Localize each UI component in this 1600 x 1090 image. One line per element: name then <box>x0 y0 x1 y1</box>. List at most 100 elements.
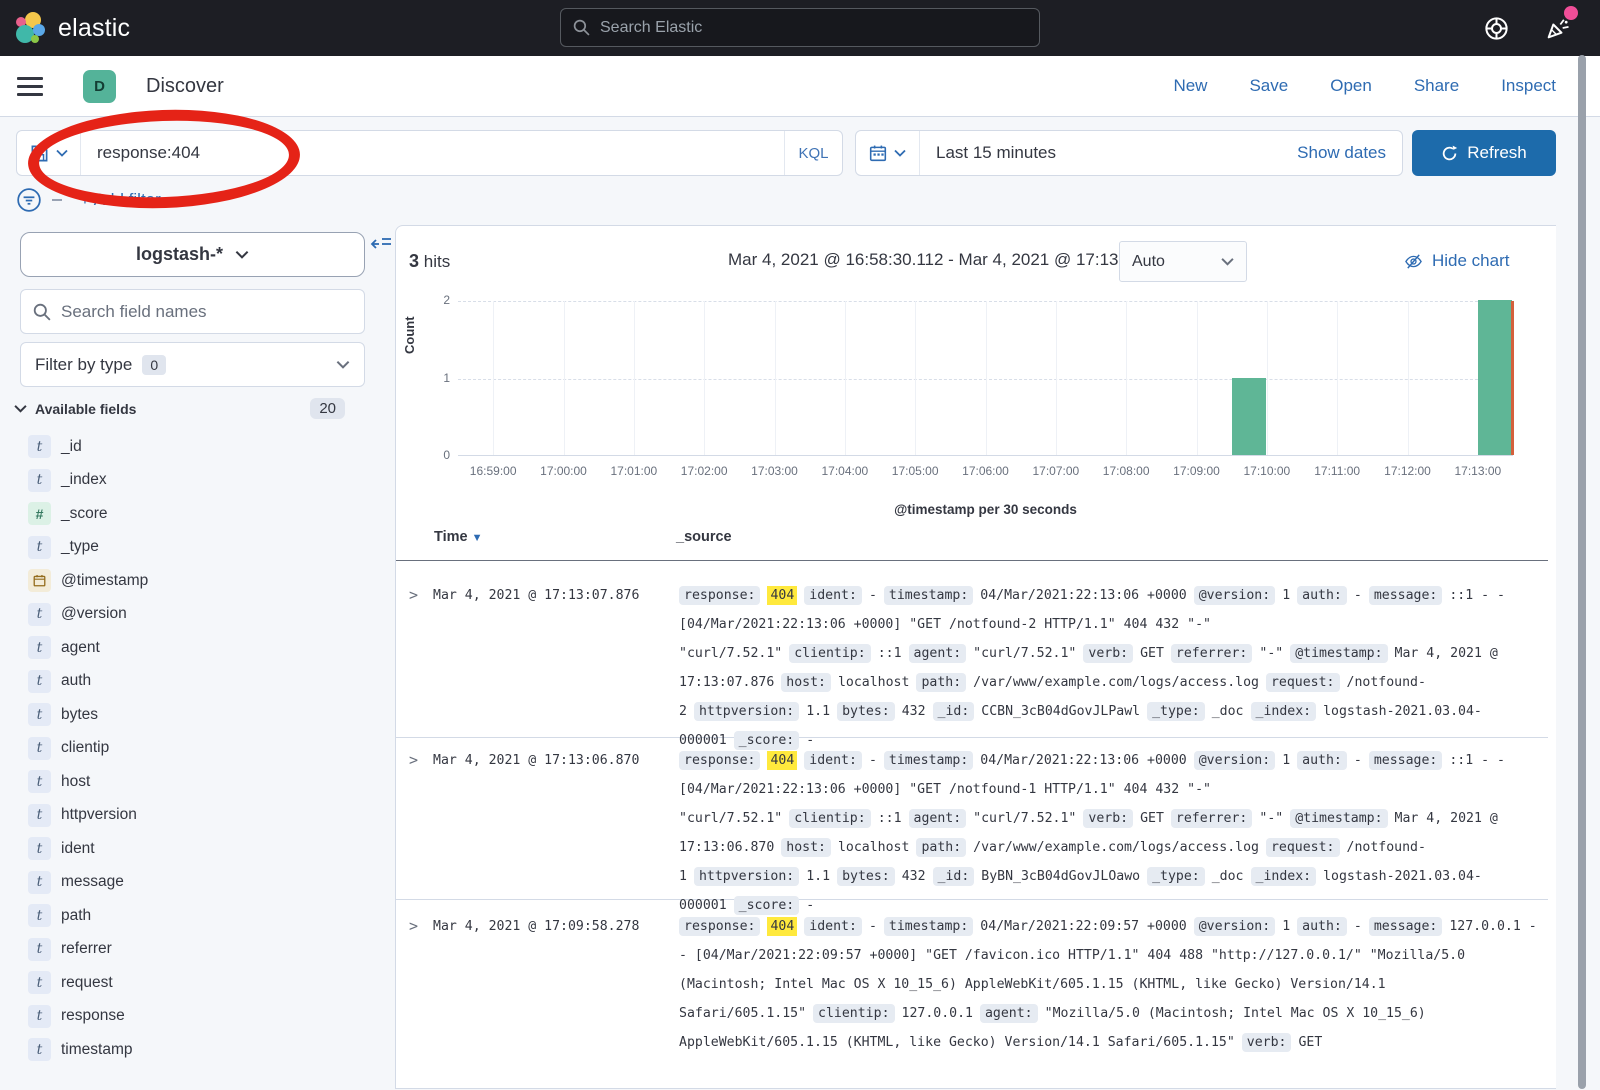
field-value: 1.1 <box>806 704 830 719</box>
query-bar: response:404 KQL Last 15 minutes Show da… <box>0 117 1600 225</box>
field-value: - <box>1354 753 1362 768</box>
x-tick-label: 17:04:00 <box>805 464 885 478</box>
gridline-v <box>564 301 565 455</box>
collapse-sidebar-icon[interactable] <box>370 235 392 253</box>
doc-row: >Mar 4, 2021 @ 17:13:07.876response:404i… <box>396 561 1548 738</box>
x-tick-label: 17:10:00 <box>1227 464 1307 478</box>
field-value: 04/Mar/2021:22:13:06 +0000 <box>980 588 1186 603</box>
histogram-bar-17:09:30[interactable] <box>1232 378 1266 456</box>
expand-row-icon[interactable]: > <box>409 581 433 737</box>
discover-app-badge[interactable]: D <box>83 70 116 103</box>
field-item-@timestamp[interactable]: @timestamp <box>28 564 368 598</box>
available-fields-header[interactable]: Available fields 20 <box>14 398 365 419</box>
field-item-timestamp[interactable]: ttimestamp <box>28 1033 368 1067</box>
refresh-icon <box>1441 145 1458 162</box>
nav-share-button[interactable]: Share <box>1414 76 1459 96</box>
field-item-_score[interactable]: #_score <box>28 497 368 531</box>
nav-save-button[interactable]: Save <box>1249 76 1288 96</box>
menu-icon[interactable] <box>17 72 43 101</box>
query-text[interactable]: response:404 <box>97 143 784 163</box>
field-name: ident <box>61 840 95 858</box>
field-name-pill: path: <box>916 673 966 692</box>
field-item-referrer[interactable]: treferrer <box>28 933 368 967</box>
query-language-button[interactable]: KQL <box>784 131 842 175</box>
field-value: 1 <box>1282 753 1290 768</box>
field-item-httpversion[interactable]: thttpversion <box>28 799 368 833</box>
discover-main-panel: 3 hits Mar 4, 2021 @ 16:58:30.112 - Mar … <box>395 225 1556 1089</box>
query-input[interactable]: response:404 KQL <box>16 130 843 176</box>
field-item-clientip[interactable]: tclientip <box>28 732 368 766</box>
field-item-agent[interactable]: tagent <box>28 631 368 665</box>
field-value: GET <box>1298 1035 1322 1050</box>
nav-new-button[interactable]: New <box>1173 76 1207 96</box>
field-name-pill: _id: <box>933 867 975 886</box>
x-tick-label: 16:59:00 <box>453 464 533 478</box>
field-item-@version[interactable]: t@version <box>28 598 368 632</box>
field-item-message[interactable]: tmessage <box>28 866 368 900</box>
show-dates-button[interactable]: Show dates <box>1297 143 1386 163</box>
gridline-v <box>845 301 846 455</box>
field-value: ::1 <box>878 811 902 826</box>
time-range-value[interactable]: Last 15 minutes <box>936 143 1297 163</box>
field-item-_id[interactable]: t_id <box>28 430 368 464</box>
field-item-bytes[interactable]: tbytes <box>28 698 368 732</box>
time-column-header[interactable]: Time ▼ <box>434 529 483 545</box>
available-fields-count: 20 <box>310 398 345 419</box>
gridline-v <box>1126 301 1127 455</box>
histogram-chart[interactable] <box>458 301 1513 456</box>
date-picker[interactable]: Last 15 minutes Show dates <box>855 130 1403 176</box>
x-tick-label: 17:00:00 <box>524 464 604 478</box>
add-filter-button[interactable]: + Add filter <box>80 190 161 210</box>
highlighted-value: 404 <box>767 917 797 936</box>
elastic-logo[interactable]: elastic <box>14 11 130 45</box>
field-name-pill: verb: <box>1083 809 1133 828</box>
field-item-_index[interactable]: t _index <box>28 464 368 498</box>
nav-inspect-button[interactable]: Inspect <box>1501 76 1556 96</box>
gridline-v <box>775 301 776 455</box>
vertical-scrollbar[interactable] <box>1578 55 1586 1089</box>
text-field-icon: t <box>28 469 51 492</box>
filter-by-type-label: Filter by type <box>35 355 132 375</box>
field-name-pill: _id: <box>933 702 975 721</box>
sort-desc-icon: ▼ <box>472 532 483 544</box>
field-item-_type[interactable]: t_type <box>28 531 368 565</box>
field-value: 04/Mar/2021:22:13:06 +0000 <box>980 753 1186 768</box>
date-quick-select-button[interactable] <box>856 131 920 175</box>
filter-icon[interactable] <box>16 187 42 213</box>
field-name: request <box>61 974 113 992</box>
field-name-pill: request: <box>1266 838 1340 857</box>
index-pattern-select[interactable]: logstash-* <box>20 232 365 277</box>
hide-chart-button[interactable]: Hide chart <box>1404 251 1509 271</box>
field-item-host[interactable]: thost <box>28 765 368 799</box>
text-field-icon: t <box>28 737 51 760</box>
refresh-button[interactable]: Refresh <box>1412 130 1556 176</box>
filter-by-type-select[interactable]: Filter by type 0 <box>20 342 365 387</box>
field-name-pill: message: <box>1369 586 1443 605</box>
saved-query-menu-button[interactable] <box>17 131 81 175</box>
field-item-path[interactable]: tpath <box>28 899 368 933</box>
field-value: 1.1 <box>806 869 830 884</box>
field-name-pill: ident: <box>804 586 862 605</box>
field-item-response[interactable]: tresponse <box>28 1000 368 1034</box>
interval-select[interactable]: Auto <box>1119 241 1247 282</box>
field-name-pill: auth: <box>1297 917 1347 936</box>
global-search-placeholder: Search Elastic <box>600 19 702 37</box>
search-field-names-input[interactable]: Search field names <box>20 289 365 334</box>
help-icon[interactable] <box>1483 15 1510 42</box>
field-name: _index <box>61 471 107 489</box>
doc-source: response:404ident:-timestamp:04/Mar/2021… <box>679 581 1546 737</box>
gridline-v <box>1197 301 1198 455</box>
field-item-request[interactable]: trequest <box>28 966 368 1000</box>
text-field-icon: t <box>28 770 51 793</box>
expand-row-icon[interactable]: > <box>409 912 433 1090</box>
field-item-auth[interactable]: tauth <box>28 665 368 699</box>
expand-row-icon[interactable]: > <box>409 746 433 899</box>
global-search-input[interactable]: Search Elastic <box>560 8 1040 47</box>
field-value: 04/Mar/2021:22:09:57 +0000 <box>980 919 1186 934</box>
saved-query-icon <box>30 144 49 163</box>
doc-row: >Mar 4, 2021 @ 17:09:58.278response:404i… <box>396 900 1548 1090</box>
nav-open-button[interactable]: Open <box>1330 76 1372 96</box>
x-axis-title: @timestamp per 30 seconds <box>458 502 1513 517</box>
histogram-bar-17:13:00[interactable] <box>1478 300 1512 455</box>
field-item-ident[interactable]: tident <box>28 832 368 866</box>
